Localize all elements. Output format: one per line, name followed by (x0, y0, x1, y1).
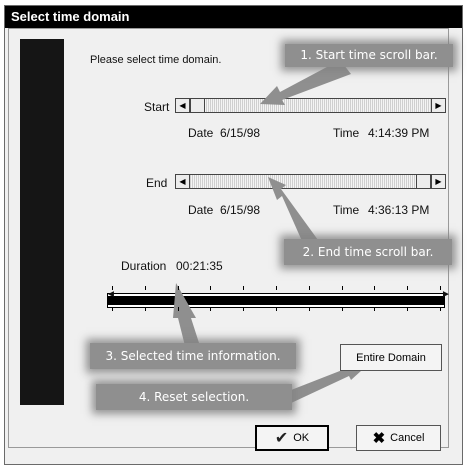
timeline-tick (178, 307, 179, 311)
timeline-tick (407, 307, 408, 311)
timeline-tick (243, 307, 244, 311)
entire-domain-label: Entire Domain (356, 351, 426, 364)
timeline-tick (374, 307, 375, 311)
entire-domain-button[interactable]: Entire Domain (340, 344, 442, 371)
timeline-tick (210, 286, 211, 290)
timeline-tick (374, 286, 375, 290)
cancel-button[interactable]: ✖ Cancel (356, 425, 441, 451)
callout-4: 4. Reset selection. (96, 384, 292, 410)
callout-1: 1. Start time scroll bar. (285, 44, 453, 67)
timeline-tick (342, 286, 343, 290)
timeline-tick (407, 286, 408, 290)
timeline-tick (440, 286, 441, 290)
timeline-tick (309, 286, 310, 290)
timeline-tick (112, 307, 113, 311)
timeline-tick (145, 286, 146, 290)
timeline-tick (178, 286, 179, 290)
ok-button[interactable]: ✔ OK (255, 425, 329, 451)
timeline-tick (145, 307, 146, 311)
ok-label: OK (293, 432, 310, 444)
checkmark-icon: ✔ (274, 430, 289, 447)
timeline-tick (112, 286, 113, 290)
x-icon: ✖ (372, 430, 386, 447)
arrow-3 (173, 283, 200, 346)
callout-3: 3. Selected time information. (90, 343, 296, 369)
timeline-tick (309, 307, 310, 311)
timeline-tick (440, 307, 441, 311)
timeline-tick (210, 307, 211, 311)
timeline-tick (276, 307, 277, 311)
timeline-tick (342, 307, 343, 311)
timeline-tick (276, 286, 277, 290)
timeline-tick (243, 286, 244, 290)
callout-2: 2. End time scroll bar. (284, 239, 452, 265)
cancel-label: Cancel (390, 432, 425, 444)
